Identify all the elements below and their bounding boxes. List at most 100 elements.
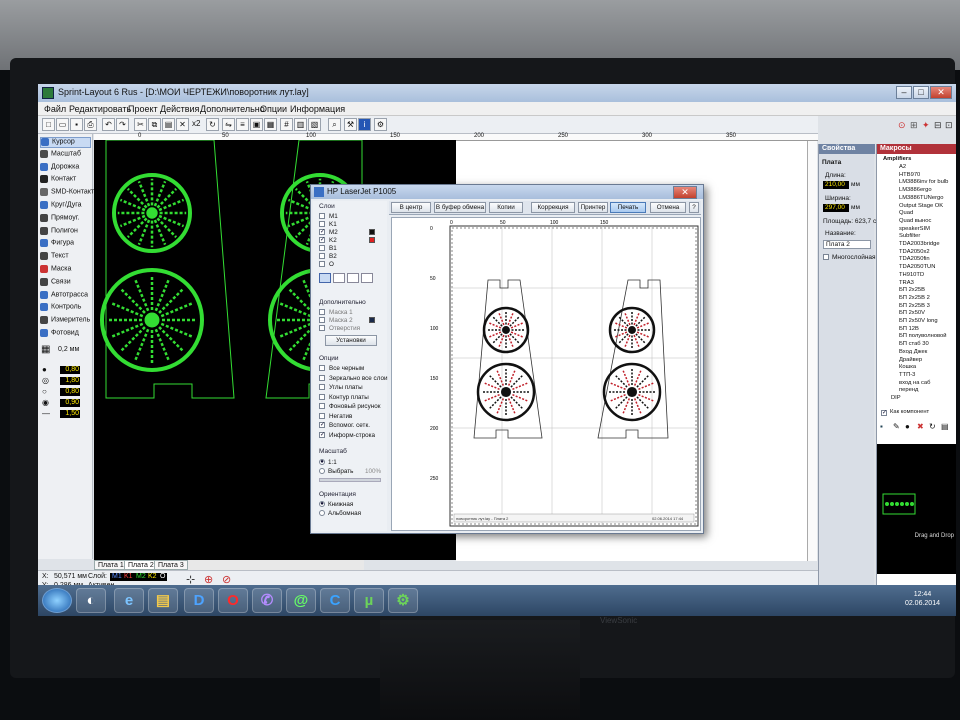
extra-checkbox[interactable] bbox=[319, 309, 325, 315]
edit-macro-icon[interactable]: ✎ bbox=[893, 422, 900, 431]
layer-chip-k2[interactable]: K2 bbox=[146, 573, 159, 581]
grid-icon[interactable]: # bbox=[280, 118, 293, 131]
settings-icon[interactable]: ⚙ bbox=[374, 118, 387, 131]
scale-slider[interactable] bbox=[319, 478, 381, 482]
minimize-button[interactable]: – bbox=[896, 86, 912, 99]
ie-icon[interactable]: e bbox=[114, 588, 144, 613]
center-button[interactable]: В центр bbox=[391, 202, 431, 213]
macro-item[interactable]: TRA3 bbox=[899, 280, 914, 288]
tool-connections[interactable]: Связи bbox=[40, 277, 91, 289]
cut-icon[interactable]: ✂ bbox=[134, 118, 147, 131]
option-checkbox[interactable] bbox=[319, 384, 325, 390]
layer-checkbox-b1[interactable] bbox=[319, 245, 325, 251]
macro-item[interactable]: Вход Джек bbox=[899, 349, 927, 357]
macro-item[interactable]: TDA2050fin bbox=[899, 256, 930, 264]
macro-folder-dip[interactable]: DIP bbox=[891, 395, 901, 403]
mail-agent-icon[interactable]: @ bbox=[286, 588, 316, 613]
grid-size[interactable]: 0,2 мм bbox=[58, 346, 79, 353]
option-checkbox[interactable]: ✓ bbox=[319, 422, 325, 428]
clock[interactable]: 12:44 02.06.2014 bbox=[905, 590, 940, 608]
option-checkbox[interactable] bbox=[319, 393, 325, 400]
new-icon[interactable]: □ bbox=[42, 118, 55, 131]
size-value[interactable]: 0,90 bbox=[60, 399, 80, 407]
menu-options[interactable]: Опции bbox=[260, 104, 287, 114]
macro-item[interactable]: БП 2x25В bbox=[899, 287, 925, 295]
option-checkbox[interactable] bbox=[319, 374, 325, 381]
layer-view-icon[interactable] bbox=[333, 273, 345, 283]
ruler-icon[interactable]: ⊟ bbox=[934, 120, 942, 131]
paste-icon[interactable]: ▤ bbox=[162, 118, 175, 131]
tool-check[interactable]: Контроль bbox=[40, 303, 91, 314]
macro-item[interactable]: Кошка bbox=[899, 364, 916, 372]
macro-item[interactable]: TDA2003bridge bbox=[899, 241, 940, 249]
folder-macro-icon[interactable]: ▤ bbox=[941, 422, 949, 431]
save-macro-icon[interactable]: ▪ bbox=[880, 422, 883, 431]
align-icon[interactable]: ≡ bbox=[236, 118, 249, 131]
refresh-macro-icon[interactable]: ↻ bbox=[929, 422, 936, 431]
macro-item[interactable]: LM3886inv for bulb bbox=[899, 179, 948, 187]
macro-item[interactable]: HTB970 bbox=[899, 172, 920, 180]
macro-item[interactable]: A2 bbox=[899, 164, 906, 172]
zoom-level[interactable]: x2 bbox=[192, 119, 200, 128]
menu-actions[interactable]: Действия bbox=[160, 104, 199, 114]
save-icon[interactable]: ▪ bbox=[70, 118, 83, 131]
macro-item[interactable]: ТТП-3 bbox=[899, 372, 915, 380]
grid-toggle-icon[interactable]: ⊞ bbox=[910, 120, 918, 131]
explorer-icon[interactable]: ▤ bbox=[148, 588, 178, 613]
tool-polygon[interactable]: Полигон bbox=[40, 226, 91, 238]
chrome-like-icon[interactable]: C bbox=[320, 588, 350, 613]
tool-rectangle[interactable]: Прямоуг. bbox=[40, 213, 91, 225]
layer-checkbox-k2[interactable]: ✓ bbox=[319, 237, 325, 243]
tab-board-3[interactable]: Плата 3 bbox=[154, 560, 188, 570]
viber-icon[interactable]: ✆ bbox=[252, 588, 282, 613]
open-icon[interactable]: ▭ bbox=[56, 118, 69, 131]
option-checkbox[interactable] bbox=[319, 365, 325, 371]
opera-icon[interactable]: O bbox=[218, 588, 248, 613]
size-value[interactable]: 0,80 bbox=[60, 366, 80, 374]
zoom-icon[interactable]: ⌕ bbox=[328, 118, 341, 131]
landscape-radio[interactable] bbox=[319, 510, 325, 516]
close-button[interactable]: ✕ bbox=[930, 86, 952, 99]
tool-mask[interactable]: Маска bbox=[40, 265, 91, 276]
ungroup-icon[interactable]: ▦ bbox=[264, 118, 277, 131]
macro-item[interactable]: TDA2050x2 bbox=[899, 249, 930, 257]
extra-checkbox[interactable] bbox=[319, 317, 325, 323]
tool-smd-pad[interactable]: SMD-Контакт bbox=[40, 188, 94, 199]
macro-item[interactable]: Subfilter bbox=[899, 233, 920, 241]
menu-project[interactable]: Проект bbox=[128, 104, 158, 114]
menu-info[interactable]: Информация bbox=[290, 104, 345, 114]
start-orb-icon[interactable] bbox=[42, 588, 72, 613]
maximize-button[interactable]: □ bbox=[913, 86, 929, 99]
menu-edit[interactable]: Редактировать bbox=[69, 104, 131, 114]
record-icon[interactable]: ● bbox=[905, 422, 910, 431]
macro-item[interactable]: БП 2x25В 2 bbox=[899, 295, 930, 303]
macro-item[interactable]: TH910TD bbox=[899, 272, 924, 280]
layers-icon[interactable]: ▥ bbox=[294, 118, 307, 131]
scale-percent[interactable]: 100% bbox=[365, 468, 381, 475]
size-value[interactable]: 1,50 bbox=[60, 410, 80, 418]
layer-color-swatch[interactable] bbox=[369, 229, 375, 235]
layer-chip-o[interactable]: O bbox=[158, 573, 168, 581]
option-checkbox[interactable] bbox=[319, 412, 325, 419]
utorrent-icon[interactable]: µ bbox=[354, 588, 384, 613]
portrait-radio[interactable]: ● bbox=[319, 501, 325, 507]
ref-icon[interactable]: ✦ bbox=[922, 120, 930, 131]
tool-track[interactable]: Дорожка bbox=[40, 162, 91, 174]
undo-icon[interactable]: ↶ bbox=[102, 118, 115, 131]
macro-item[interactable]: TDA2050TUN bbox=[899, 264, 935, 272]
macro-folder-amplifiers[interactable]: Amplifiers bbox=[883, 156, 911, 164]
tab-board-1[interactable]: Плата 1 bbox=[94, 560, 128, 570]
tool-photoview[interactable]: Фотовид bbox=[40, 329, 91, 340]
macro-item[interactable]: БП 2x50V long bbox=[899, 318, 938, 326]
tab-board-2[interactable]: Плата 2 bbox=[124, 560, 158, 570]
mirror-icon[interactable]: ⇋ bbox=[222, 118, 235, 131]
length-value[interactable]: 210,00 bbox=[823, 181, 849, 189]
redo-icon[interactable]: ↷ bbox=[116, 118, 129, 131]
steam-like-icon[interactable]: ◐ bbox=[76, 588, 106, 613]
tool-circle[interactable]: Круг/Дуга bbox=[40, 201, 91, 212]
multilayer-checkbox[interactable] bbox=[823, 254, 829, 260]
size-value[interactable]: 0,80 bbox=[60, 388, 80, 396]
settings-button[interactable]: Установки bbox=[325, 335, 377, 346]
macro-item[interactable]: Output Stage OK bbox=[899, 203, 943, 211]
cancel-button[interactable]: Отмена bbox=[650, 202, 686, 213]
